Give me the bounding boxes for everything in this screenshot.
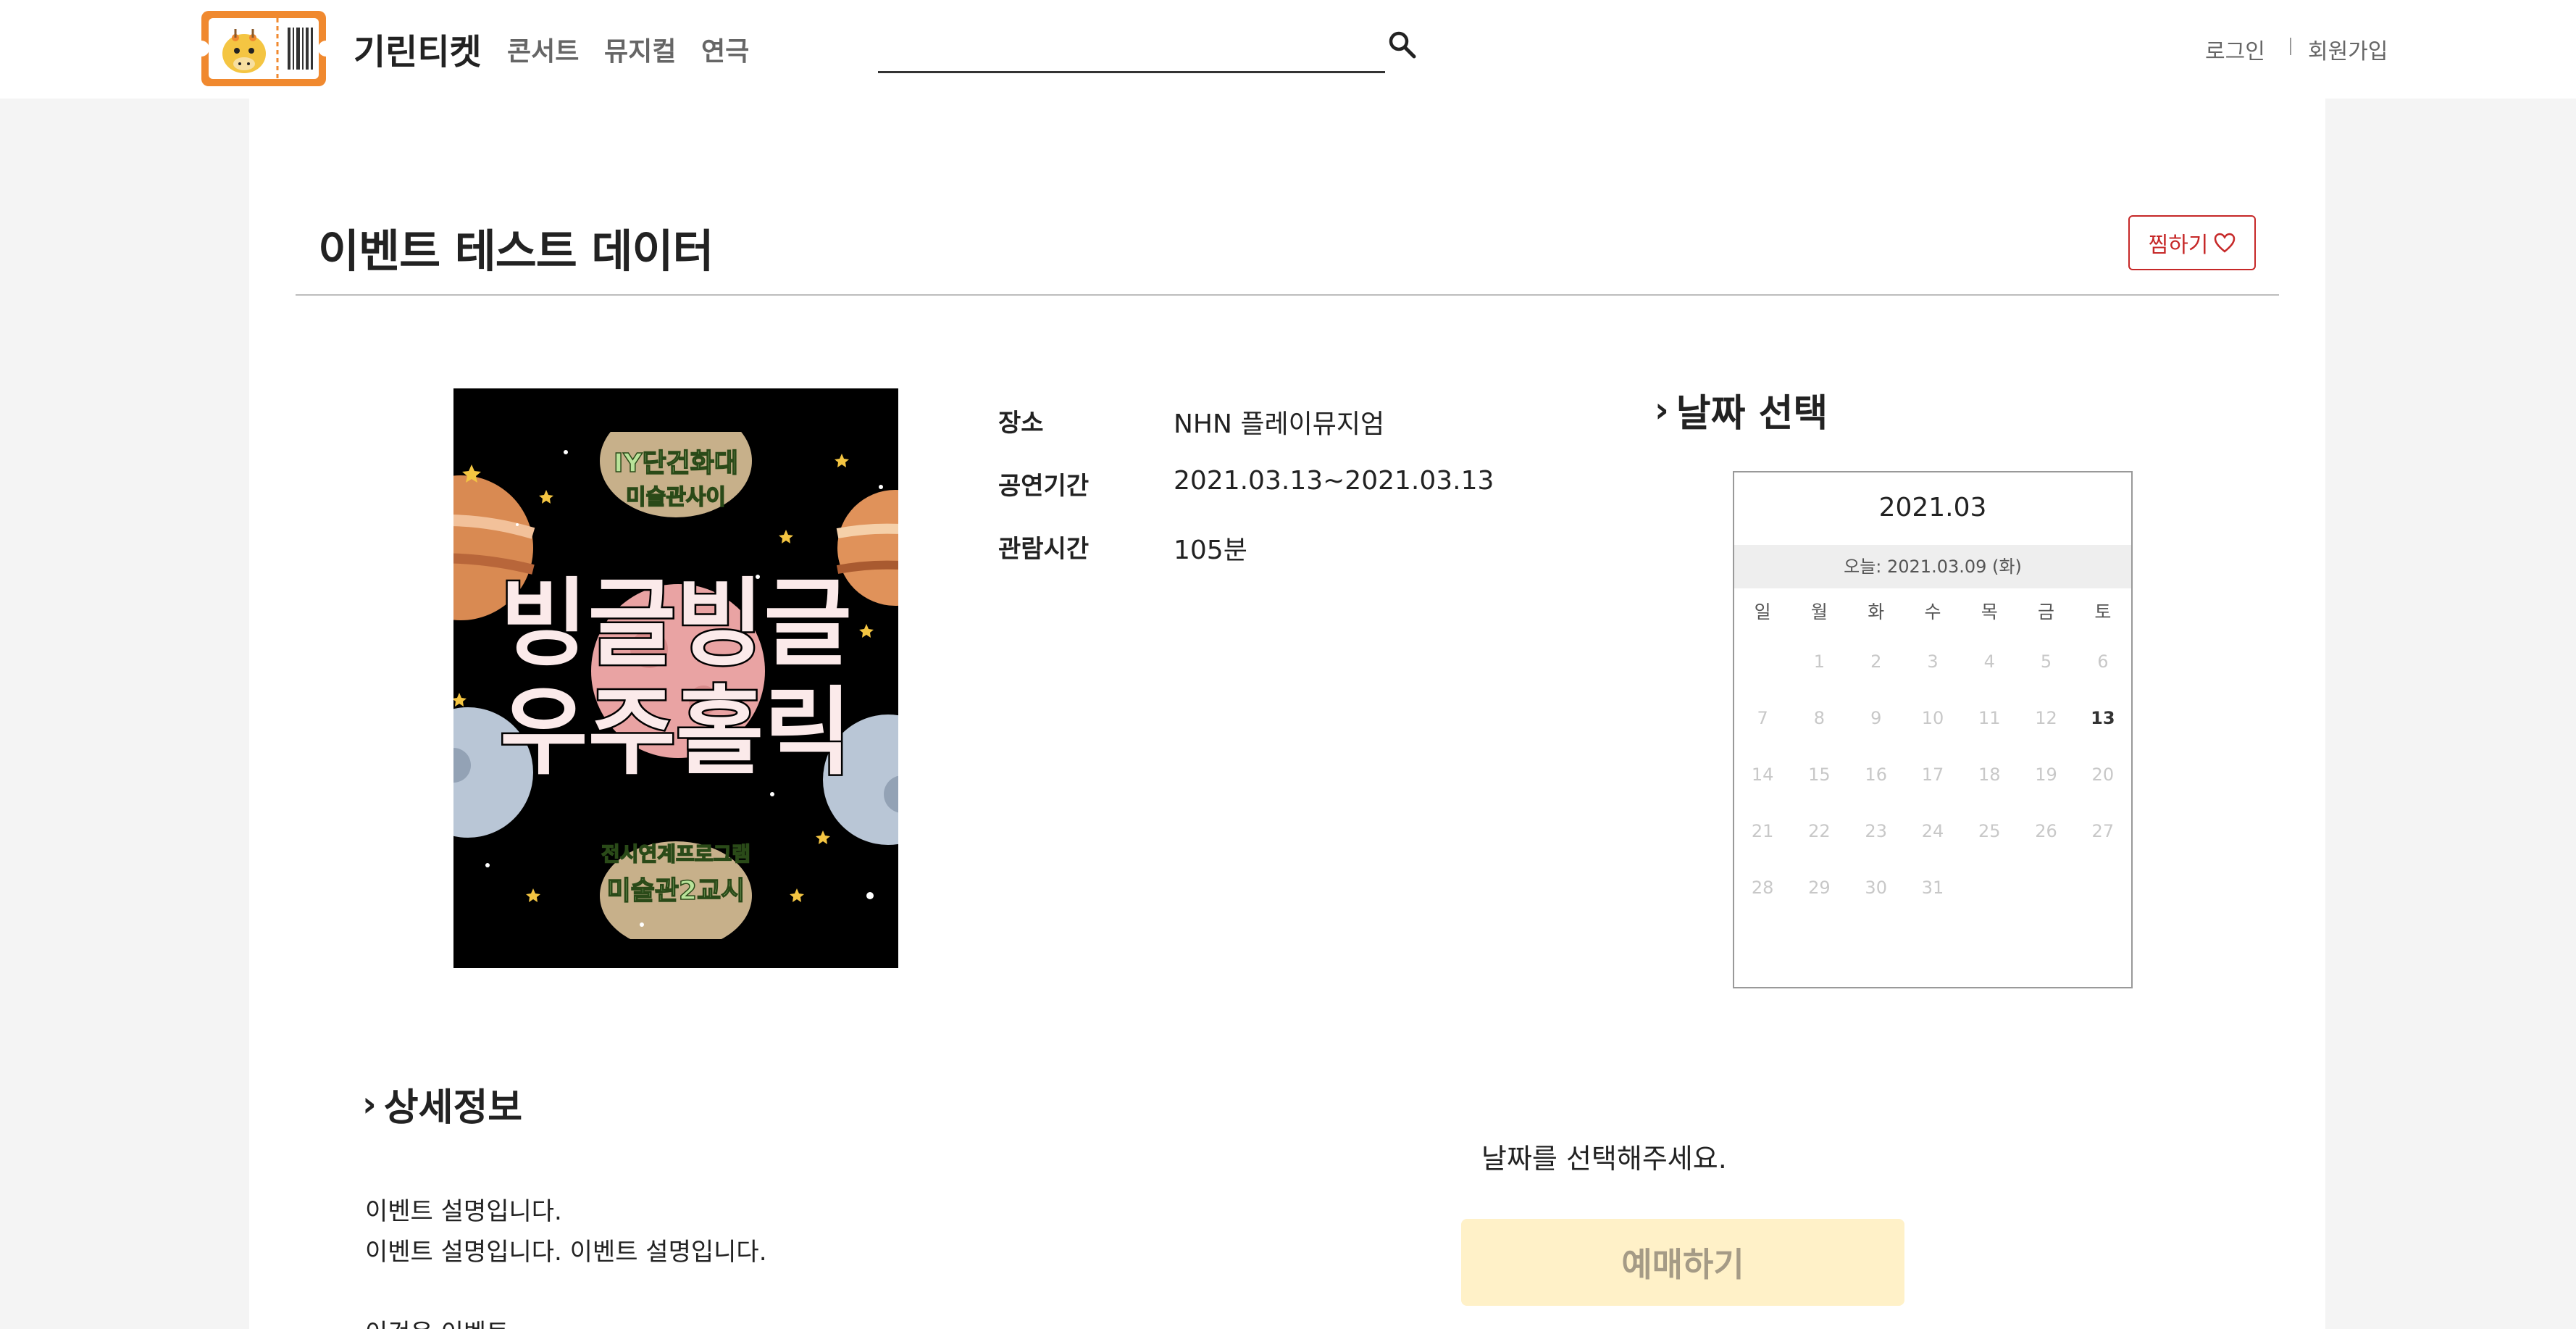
- calendar-day: 15: [1808, 765, 1831, 785]
- weekday-sun: 일: [1754, 601, 1771, 622]
- calendar-week-row: 7 8 9 10 11 12 13: [1734, 690, 2131, 746]
- calendar-day: 5: [2040, 651, 2052, 672]
- giraffe-ticket-logo-icon[interactable]: [199, 9, 328, 88]
- event-detail-panel: 이벤트 테스트 데이터 찜하기 IY단건화대 미술관사이 빙글빙글 우주홀릭 전…: [249, 99, 2325, 1329]
- calendar-day: 23: [1865, 821, 1887, 841]
- calendar-today: 오늘: 2021.03.09 (화): [1734, 545, 2131, 588]
- calendar-day: 22: [1808, 821, 1831, 841]
- search-input[interactable]: [878, 71, 1385, 73]
- nav-concert[interactable]: 콘서트: [507, 30, 579, 68]
- signup-link[interactable]: 회원가입: [2308, 33, 2388, 65]
- poster-artwork: IY단건화대 미술관사이 빙글빙글 우주홀릭 전시연계프로그램 미술관2교시: [453, 388, 898, 968]
- calendar-week-row: 28 29 30 31: [1734, 859, 2131, 916]
- period-label: 공연기간: [998, 472, 1090, 501]
- calendar-day: 16: [1865, 765, 1887, 785]
- auth-divider: [2290, 38, 2291, 55]
- reserve-button[interactable]: 예매하기: [1461, 1219, 1904, 1306]
- calendar-day-available[interactable]: 13: [2075, 708, 2131, 728]
- calendar-day: 24: [1921, 821, 1944, 841]
- poster-main-line1: 빙글빙글: [500, 568, 852, 680]
- nav-musical[interactable]: 뮤지컬: [604, 30, 676, 68]
- detail-title: 상세정보: [383, 1086, 523, 1130]
- calendar-day: 20: [2091, 765, 2115, 785]
- poster-main-line2: 우주홀릭: [500, 677, 852, 788]
- weekday-thu: 목: [1981, 601, 1998, 622]
- runtime-label: 관람시간: [998, 535, 1090, 564]
- detail-line: 이벤트 설명입니다. 이벤트 설명입니다.: [365, 1238, 767, 1267]
- calendar-day: 8: [1813, 708, 1826, 728]
- calendar-day: 26: [2035, 821, 2057, 841]
- calendar-week-row: 14 15 16 17 18 19 20: [1734, 746, 2131, 803]
- calendar-day: 11: [1978, 708, 2001, 728]
- venue-value: NHN 플레이뮤지엄: [1174, 409, 1385, 439]
- search-icon[interactable]: [1387, 29, 1418, 61]
- calendar-day: 4: [1983, 651, 1995, 672]
- calendar-day: 14: [1751, 765, 1774, 785]
- chevron-right-icon: ›: [1655, 389, 1669, 430]
- poster-bottom-line2: 미술관2교시: [607, 876, 745, 906]
- title-divider: [296, 294, 2279, 296]
- calendar-day: 21: [1751, 821, 1774, 841]
- poster-top-line1: IY단건화대: [614, 449, 738, 478]
- weekday-mon: 월: [1810, 601, 1828, 622]
- detail-line: 이벤트 설명입니다.: [365, 1197, 562, 1226]
- calendar-day: 12: [2035, 708, 2057, 728]
- wishlist-label: 찜하기: [2148, 233, 2209, 258]
- calendar-day: 30: [1865, 878, 1887, 898]
- chevron-right-icon: ›: [362, 1083, 377, 1125]
- page-title: 이벤트 테스트 데이터: [318, 225, 714, 278]
- calendar-day: 3: [1927, 651, 1939, 672]
- nav-play[interactable]: 연극: [701, 30, 749, 68]
- calendar-day: 18: [1978, 765, 2001, 785]
- calendar-day: 28: [1751, 878, 1774, 898]
- calendar-grid: 일 월 화 수 목 금 토 1 2 3 4 5 6 7 8 9 10 11 12…: [1734, 588, 2131, 916]
- runtime-value: 105분: [1174, 536, 1247, 565]
- calendar-day: 2: [1870, 651, 1882, 672]
- poster-top-line2: 미술관사이: [626, 485, 726, 510]
- wishlist-button[interactable]: 찜하기: [2128, 215, 2256, 270]
- weekday-sat: 토: [2094, 601, 2112, 622]
- period-value: 2021.03.13~2021.03.13: [1174, 466, 1494, 496]
- calendar-day: 29: [1808, 878, 1831, 898]
- date-select-title: 날짜 선택: [1676, 392, 1828, 436]
- login-link[interactable]: 로그인: [2205, 33, 2265, 65]
- event-poster: IY단건화대 미술관사이 빙글빙글 우주홀릭 전시연계프로그램 미술관2교시: [453, 388, 898, 968]
- venue-label: 장소: [998, 409, 1044, 438]
- select-date-message: 날짜를 선택해주세요.: [1481, 1143, 1727, 1175]
- calendar-day: 10: [1921, 708, 1944, 728]
- calendar-day: 6: [2097, 651, 2109, 672]
- calendar-day: 1: [1813, 651, 1826, 672]
- date-select-heading: › 날짜 선택: [1655, 383, 1828, 437]
- detail-heading: › 상세정보: [362, 1077, 522, 1131]
- calendar-week-row: 1 2 3 4 5 6: [1734, 633, 2131, 690]
- top-header: 기린티켓 콘서트 뮤지컬 연극 로그인 회원가입: [0, 0, 2576, 99]
- calendar: 2021.03 오늘: 2021.03.09 (화) 일 월 화 수 목 금 토…: [1733, 471, 2133, 988]
- calendar-day: 31: [1921, 878, 1944, 898]
- calendar-month: 2021.03: [1878, 493, 1987, 522]
- detail-line: 이것은 이벤트: [365, 1313, 509, 1329]
- calendar-day: 17: [1921, 765, 1944, 785]
- calendar-day: 9: [1870, 708, 1882, 728]
- weekday-wed: 수: [1924, 601, 1941, 622]
- poster-bottom-line1: 전시연계프로그램: [601, 842, 750, 866]
- calendar-week-row: 21 22 23 24 25 26 27: [1734, 803, 2131, 859]
- calendar-day: 7: [1757, 708, 1768, 728]
- brand-name[interactable]: 기린티켓: [354, 23, 482, 74]
- calendar-day: 25: [1978, 821, 2001, 841]
- weekday-tue: 화: [1868, 601, 1885, 622]
- calendar-weekday-row: 일 월 화 수 목 금 토: [1734, 588, 2131, 633]
- calendar-day: 19: [2035, 765, 2057, 785]
- weekday-fri: 금: [2038, 601, 2055, 622]
- heart-icon: [2215, 233, 2236, 253]
- calendar-day: 27: [2091, 821, 2115, 841]
